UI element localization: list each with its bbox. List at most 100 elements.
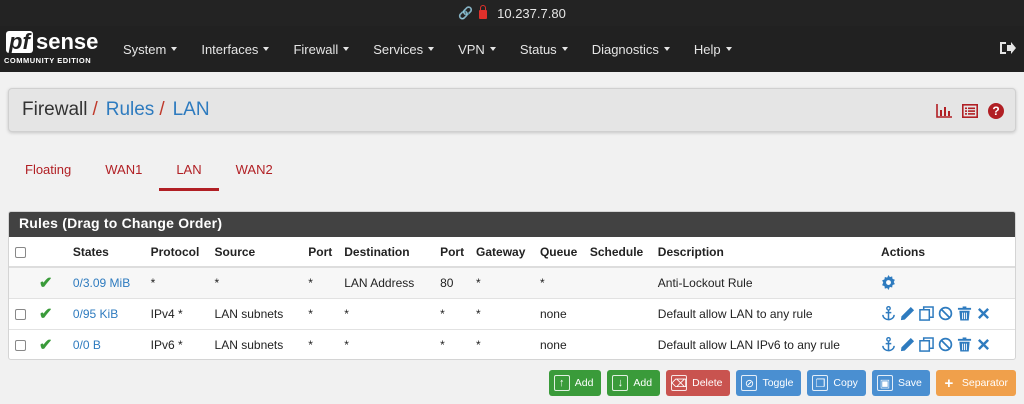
caret-down-icon xyxy=(171,47,178,51)
select-all-checkbox[interactable] xyxy=(15,246,26,258)
rule-action-buttons: ↑ Add ↓ Add ⌫ Delete ⊘ Toggle ❐ Copy ▣ S… xyxy=(548,370,1016,396)
nav-firewall[interactable]: Firewall xyxy=(281,26,361,72)
states-link[interactable]: 0/95 KiB xyxy=(73,307,118,321)
col-actions: Actions xyxy=(881,237,1015,268)
description-cell: Default allow LAN to any rule xyxy=(657,298,882,330)
rules-table: States Protocol Source Port Destination … xyxy=(9,237,1015,359)
trash-icon: ⌫ xyxy=(671,375,688,391)
trash-icon[interactable] xyxy=(957,306,972,321)
protocol-cell: * xyxy=(150,267,215,299)
delete-x-icon[interactable] xyxy=(976,306,991,321)
disable-ban-icon[interactable] xyxy=(938,337,953,352)
source-cell: LAN subnets xyxy=(214,329,309,359)
copy-icon[interactable] xyxy=(919,306,934,321)
gear-icon[interactable] xyxy=(881,275,896,291)
col-protocol: Protocol xyxy=(150,237,215,268)
col-port: Port xyxy=(440,237,477,268)
nav-services[interactable]: Services xyxy=(361,26,446,72)
edit-pencil-icon[interactable] xyxy=(900,337,915,352)
caret-down-icon xyxy=(561,47,568,51)
breadcrumb-lan[interactable]: LAN xyxy=(173,99,210,121)
table-row[interactable]: ✔ 0/3.09 MiB * * * LAN Address 80 * * An… xyxy=(9,267,1015,299)
edit-pencil-icon[interactable] xyxy=(900,306,915,321)
nav-vpn[interactable]: VPN xyxy=(446,26,508,72)
col-description: Description xyxy=(657,237,882,268)
destination-cell: * xyxy=(344,329,441,359)
tab-wan2[interactable]: WAN2 xyxy=(219,152,290,191)
table-row[interactable]: ✔ 0/0 B IPv6 * LAN subnets * * * * none … xyxy=(9,329,1015,359)
delete-button[interactable]: ⌫ Delete xyxy=(666,370,731,396)
copy-icon[interactable] xyxy=(919,337,934,352)
rules-panel-title: Rules (Drag to Change Order) xyxy=(9,212,1015,237)
caret-down-icon xyxy=(663,47,670,51)
trash-icon[interactable] xyxy=(957,337,972,352)
breadcrumb-separator: / xyxy=(159,99,165,120)
tab-lan[interactable]: LAN xyxy=(159,152,219,191)
svg-text:?: ? xyxy=(992,104,999,118)
check-icon: ✔ xyxy=(38,336,53,354)
chart-icon[interactable] xyxy=(935,102,952,119)
save-icon: ▣ xyxy=(876,375,893,391)
breadcrumb-separator: / xyxy=(92,99,98,120)
save-button[interactable]: ▣ Save xyxy=(871,370,930,396)
table-row[interactable]: ✔ 0/95 KiB IPv4 * LAN subnets * * * * no… xyxy=(9,298,1015,330)
add-top-button[interactable]: ↑ Add xyxy=(548,370,602,396)
caret-down-icon xyxy=(428,47,435,51)
nav-diagnostics[interactable]: Diagnostics xyxy=(580,26,682,72)
pfsense-logo[interactable]: pf sense COMMUNITY EDITION xyxy=(0,26,100,72)
gateway-cell: * xyxy=(476,298,540,330)
protocol-cell: IPv4 * xyxy=(150,298,215,330)
dst-port-cell: * xyxy=(440,298,477,330)
separator-button[interactable]: + Separator xyxy=(935,370,1016,396)
copy-button[interactable]: ❐ Copy xyxy=(807,370,866,396)
dst-port-cell: * xyxy=(440,329,477,359)
destination-cell: LAN Address xyxy=(344,267,441,299)
log-list-icon[interactable] xyxy=(961,102,978,119)
logout-icon[interactable] xyxy=(998,39,1016,57)
nav-interfaces[interactable]: Interfaces xyxy=(189,26,281,72)
row-checkbox[interactable] xyxy=(15,308,26,320)
caret-down-icon xyxy=(725,47,732,51)
check-icon: ✔ xyxy=(38,274,53,292)
rules-panel: Rules (Drag to Change Order) States Prot… xyxy=(8,211,1016,360)
anchor-icon[interactable] xyxy=(881,337,896,352)
top-navbar: pf sense COMMUNITY EDITION System Interf… xyxy=(0,26,1024,72)
queue-cell: none xyxy=(539,329,590,359)
tab-floating[interactable]: Floating xyxy=(8,152,88,191)
check-icon: ✔ xyxy=(38,305,53,323)
row-checkbox[interactable] xyxy=(15,339,26,351)
help-icon[interactable]: ? xyxy=(987,102,1004,119)
nav-help[interactable]: Help xyxy=(682,26,744,72)
caret-down-icon xyxy=(263,47,270,51)
address-text: 10.237.7.80 xyxy=(497,5,566,21)
insecure-lock-icon xyxy=(479,4,488,19)
browser-address-bar[interactable]: 🔗 10.237.7.80 xyxy=(0,0,1024,26)
nav-status[interactable]: Status xyxy=(508,26,580,72)
ban-icon: ⊘ xyxy=(741,375,758,391)
tab-wan1[interactable]: WAN1 xyxy=(88,152,159,191)
schedule-cell xyxy=(589,329,658,359)
src-port-cell: * xyxy=(308,267,345,299)
anchor-icon[interactable] xyxy=(881,306,896,321)
toggle-button[interactable]: ⊘ Toggle xyxy=(736,370,802,396)
col-schedule: Schedule xyxy=(589,237,658,268)
caret-down-icon xyxy=(343,47,350,51)
gateway-cell: * xyxy=(476,329,540,359)
dst-port-cell: 80 xyxy=(440,267,477,299)
copy-icon: ❐ xyxy=(812,375,829,391)
states-link[interactable]: 0/0 B xyxy=(73,338,101,352)
schedule-cell xyxy=(589,267,658,299)
add-bottom-button[interactable]: ↓ Add xyxy=(607,370,661,396)
queue-cell: * xyxy=(539,267,590,299)
protocol-cell: IPv6 * xyxy=(150,329,215,359)
source-cell: LAN subnets xyxy=(214,298,309,330)
plus-icon: + xyxy=(944,374,954,392)
breadcrumb-rules[interactable]: Rules xyxy=(106,99,155,121)
col-states: States xyxy=(72,237,151,268)
col-source: Source xyxy=(214,237,309,268)
description-cell: Anti-Lockout Rule xyxy=(657,267,882,299)
nav-system[interactable]: System xyxy=(111,26,189,72)
disable-ban-icon[interactable] xyxy=(938,306,953,321)
states-link[interactable]: 0/3.09 MiB xyxy=(73,276,130,290)
delete-x-icon[interactable] xyxy=(976,337,991,352)
